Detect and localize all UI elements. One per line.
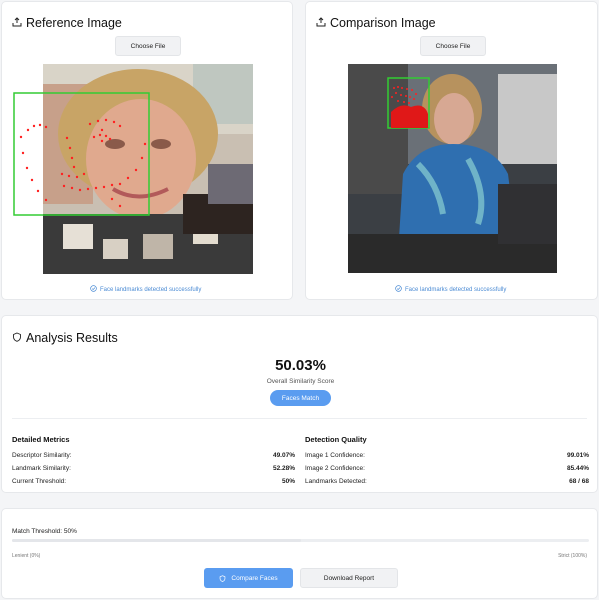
quality-label: Landmarks Detected: [305,478,367,485]
threshold-max-label: Strict (100%) [558,553,587,559]
reference-status: Face landmarks detected successfully [90,285,201,294]
quality-value: 68 / 68 [569,478,589,485]
reference-landmark-overlay [13,92,150,216]
check-circle-icon [90,285,97,294]
metric-value: 49.07% [272,452,295,459]
metric-label: Landmark Similarity: [12,465,71,472]
shield-icon [12,331,22,345]
similarity-score: 50.03% [275,357,326,374]
quality-label: Image 1 Confidence: [305,452,365,459]
reference-card: Reference Image Choose File Face landmar… [1,1,293,300]
analysis-title: Analysis Results [12,331,118,345]
download-report-label: Download Report [323,574,375,582]
quality-label: Image 2 Confidence: [305,465,365,472]
comparison-landmark-overlay [387,77,430,129]
threshold-label: Match Threshold: 50% [12,528,77,535]
metric-row: Landmark Similarity: 52.28% [12,465,295,472]
threshold-min-label: Lenient (0%) [12,553,41,559]
shield-icon [219,574,226,582]
metric-value: 52.28% [272,465,295,472]
metric-row: Descriptor Similarity: 49.07% [12,452,295,459]
metric-label: Descriptor Similarity: [12,452,72,459]
divider [12,418,587,419]
comparison-card: Comparison Image Choose File Face landma… [305,1,598,300]
quality-row: Image 1 Confidence: 99.01% [305,452,589,459]
metrics-title: Detailed Metrics [12,435,70,444]
reference-status-text: Face landmarks detected successfully [100,286,202,293]
quality-value: 85.44% [566,465,589,472]
threshold-slider-fill [12,539,301,542]
analysis-card: Analysis Results 50.03% Overall Similari… [1,315,598,493]
quality-row: Image 2 Confidence: 85.44% [305,465,589,472]
similarity-score-label: Overall Similarity Score [266,378,335,385]
metric-value: 50% [281,478,295,485]
comparison-status: Face landmarks detected successfully [395,285,506,294]
metric-label: Current Threshold: [12,478,67,485]
download-report-button[interactable]: Download Report [300,568,398,588]
comparison-status-text: Face landmarks detected successfully [405,286,507,293]
analysis-title-text: Analysis Results [26,331,118,345]
compare-faces-label: Compare Faces [231,574,278,582]
check-circle-icon [395,285,402,294]
controls-card: Match Threshold: 50% Lenient (0%) Strict… [1,508,598,599]
quality-title: Detection Quality [305,435,367,444]
compare-faces-button[interactable]: Compare Faces [204,568,293,588]
match-badge: Faces Match [270,390,331,406]
quality-value: 99.01% [566,452,589,459]
threshold-slider[interactable] [12,539,589,542]
quality-row: Landmarks Detected: 68 / 68 [305,478,589,485]
metric-row: Current Threshold: 50% [12,478,295,485]
